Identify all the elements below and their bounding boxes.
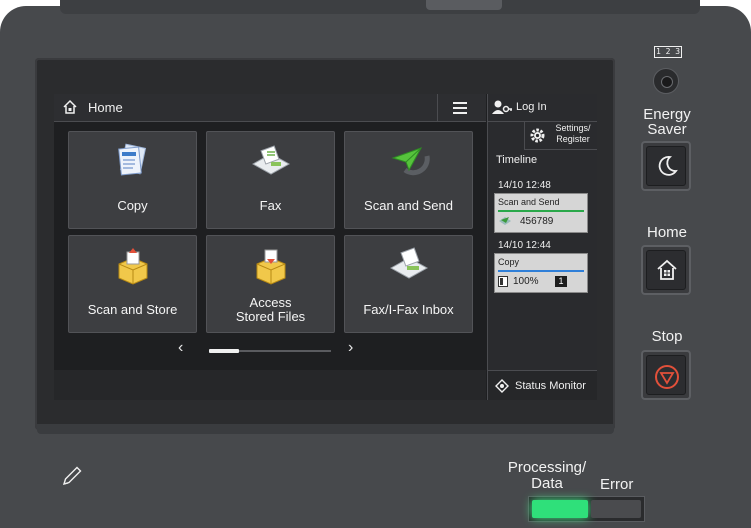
home-button-face bbox=[646, 250, 686, 290]
home-icon[interactable] bbox=[62, 99, 78, 115]
job-time: 14/10 12:48 bbox=[498, 180, 551, 191]
settings-label-line2: Register bbox=[556, 134, 590, 144]
page-indicator: ‹ › bbox=[54, 338, 486, 358]
gear-icon bbox=[530, 128, 545, 143]
login-label: Log In bbox=[516, 101, 547, 113]
processing-line1: Processing/ bbox=[507, 459, 587, 476]
document-icon bbox=[498, 276, 508, 287]
fax-inbox-icon bbox=[389, 247, 429, 279]
energy-saver-line1: Energy bbox=[643, 106, 691, 123]
stop-label: Stop bbox=[651, 328, 683, 345]
status-monitor-icon bbox=[495, 379, 509, 393]
login-button[interactable]: Log In bbox=[488, 94, 597, 122]
tile-fax-inbox[interactable]: Fax/I-Fax Inbox bbox=[344, 235, 473, 333]
status-monitor-button[interactable]: Status Monitor bbox=[488, 370, 597, 400]
page-title: Home bbox=[88, 100, 123, 115]
tile-copy[interactable]: Copy bbox=[68, 131, 197, 229]
tile-label: Scan and Store bbox=[87, 302, 178, 317]
tile-access-stored-files[interactable]: Access Stored Files bbox=[206, 235, 335, 333]
job-status-bar bbox=[498, 270, 584, 272]
fax-icon bbox=[251, 145, 291, 175]
pencil-icon bbox=[62, 466, 82, 486]
home-icon bbox=[657, 259, 677, 280]
copies-badge: 1 bbox=[555, 276, 567, 287]
timeline-title: Timeline bbox=[496, 154, 538, 166]
tile-label: Fax bbox=[259, 198, 282, 213]
tile-label: Fax/I-Fax Inbox bbox=[363, 302, 454, 317]
user-key-icon bbox=[492, 100, 512, 114]
settings-label: Settings/ Register bbox=[549, 123, 597, 145]
status-monitor-label: Status Monitor bbox=[515, 380, 586, 392]
home-hw-label: Home bbox=[646, 224, 687, 241]
panel-top-tab bbox=[426, 0, 502, 10]
stop-icon bbox=[655, 365, 679, 389]
function-tiles: Copy Fax Scan and Send Scan and Store Ac… bbox=[68, 131, 476, 333]
next-page-arrow[interactable]: › bbox=[348, 339, 353, 357]
job-title: Copy bbox=[498, 257, 520, 267]
job-value: 456789 bbox=[520, 216, 554, 227]
job-title: Scan and Send bbox=[498, 197, 560, 207]
moon-icon bbox=[658, 156, 678, 176]
tile-label-line1: Access bbox=[249, 295, 292, 310]
indicator-leds bbox=[528, 496, 645, 522]
stop-button-face bbox=[646, 355, 686, 395]
copy-icon bbox=[118, 143, 147, 176]
printer-control-panel: Home Copy Fax Scan and Send Scan and Sto… bbox=[0, 0, 751, 528]
counter-icon: 1 2 3 bbox=[654, 46, 682, 58]
counter-button-face bbox=[661, 76, 673, 88]
energy-saver-button-face bbox=[646, 146, 686, 186]
tile-fax[interactable]: Fax bbox=[206, 131, 335, 229]
tile-scan-and-send[interactable]: Scan and Send bbox=[344, 131, 473, 229]
job-card-copy[interactable]: Copy 100% 1 bbox=[494, 253, 588, 293]
tile-label-line2: Stored Files bbox=[235, 309, 306, 324]
home-hw-button[interactable] bbox=[641, 245, 691, 295]
settings-label-line1: Settings/ bbox=[555, 123, 591, 133]
stored-files-icon bbox=[256, 249, 286, 285]
bezel-lip bbox=[37, 424, 614, 434]
scan-send-icon bbox=[391, 147, 430, 176]
energy-saver-button[interactable] bbox=[641, 141, 691, 191]
tile-scan-and-store[interactable]: Scan and Store bbox=[68, 235, 197, 333]
job-time: 14/10 12:44 bbox=[498, 240, 551, 251]
header-divider bbox=[437, 94, 438, 121]
tile-label: Copy bbox=[117, 198, 148, 213]
job-card-scan-send[interactable]: Scan and Send 456789 bbox=[494, 193, 588, 233]
prev-page-arrow[interactable]: ‹ bbox=[178, 339, 183, 357]
processing-line2: Data bbox=[531, 475, 563, 492]
job-status-bar bbox=[498, 210, 584, 212]
settings-register-button[interactable]: Settings/ Register bbox=[524, 122, 597, 150]
energy-saver-label: Energy Saver bbox=[640, 107, 694, 137]
error-label: Error bbox=[600, 476, 634, 493]
error-led bbox=[591, 500, 641, 518]
scan-send-icon bbox=[499, 217, 511, 225]
screen-header: Home bbox=[54, 94, 486, 122]
side-panel: Log In Settings/ Register Timeline 14/10… bbox=[487, 94, 597, 400]
panel-top-edge bbox=[60, 0, 700, 14]
processing-led bbox=[532, 500, 588, 518]
counter-check-button[interactable] bbox=[653, 68, 679, 94]
job-value: 100% bbox=[513, 276, 539, 287]
energy-saver-line2: Saver bbox=[647, 121, 687, 138]
menu-icon[interactable] bbox=[453, 102, 467, 114]
tile-label: Scan and Send bbox=[364, 198, 453, 213]
processing-data-label: Processing/ Data bbox=[507, 460, 587, 492]
screen-footer bbox=[54, 370, 486, 400]
touch-screen: Home Copy Fax Scan and Send Scan and Sto… bbox=[54, 94, 597, 400]
page-thumb bbox=[209, 349, 239, 353]
scan-store-icon bbox=[118, 248, 148, 285]
stop-button[interactable] bbox=[641, 350, 691, 400]
